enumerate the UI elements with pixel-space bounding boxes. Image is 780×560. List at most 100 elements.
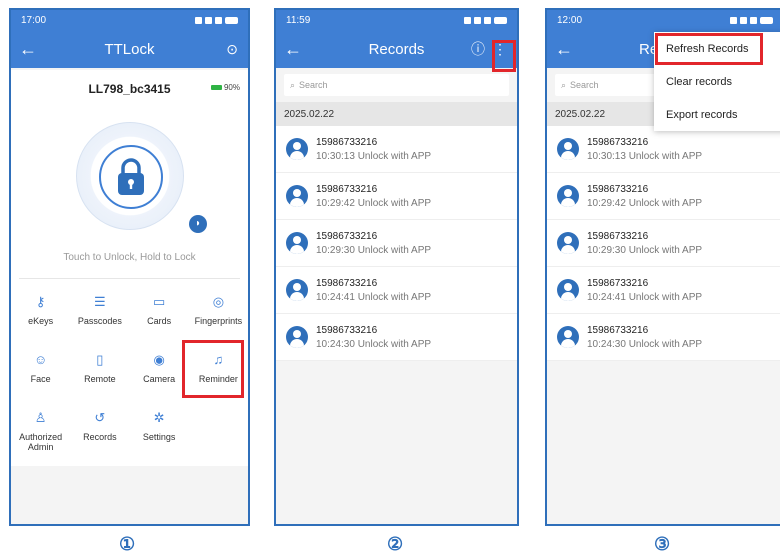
menu-item-clear-records[interactable]: Clear records	[654, 65, 780, 98]
record-item[interactable]: 15986733216 10:29:42 Unlock with APP	[276, 173, 517, 220]
record-item[interactable]: 15986733216 10:24:30 Unlock with APP	[276, 314, 517, 361]
record-item[interactable]: 15986733216 10:24:41 Unlock with APP	[276, 267, 517, 314]
back-arrow-icon[interactable]: ←	[547, 39, 581, 60]
date-header: 2025.02.22	[276, 102, 517, 126]
padlock-icon	[99, 145, 163, 209]
user-avatar-icon	[557, 232, 579, 254]
records-list: 15986733216 10:30:13 Unlock with APP 1598…	[276, 126, 517, 361]
record-text: 10:29:30 Unlock with APP	[587, 244, 703, 256]
feature-passcodes[interactable]: ☰ Passcodes	[70, 292, 129, 336]
search-icon: ⌕	[561, 79, 567, 90]
target-icon[interactable]: ⊙	[226, 41, 238, 58]
record-text: 10:29:42 Unlock with APP	[587, 197, 703, 209]
records-list: 15986733216 10:30:13 Unlock with APP 1598…	[547, 126, 780, 361]
user-avatar-icon	[557, 185, 579, 207]
step-number-2: ②	[387, 534, 404, 554]
status-bar: 11:59	[276, 10, 517, 30]
record-text: 10:29:30 Unlock with APP	[316, 244, 432, 256]
record-item[interactable]: 15986733216 10:29:42 Unlock with APP	[547, 173, 780, 220]
fingerprint-icon: ◎	[212, 294, 225, 309]
feature-cards[interactable]: ▭ Cards	[130, 292, 189, 336]
record-item[interactable]: 15986733216 10:30:13 Unlock with APP	[276, 126, 517, 173]
screen-records-menu: 12:00 ← Re ⌕ Search 2025.02.22 1598673321…	[545, 8, 780, 526]
status-time: 17:00	[21, 14, 47, 26]
lock-panel: LL798_bc3415 90% ◗ Touch to Unlock, Hold…	[11, 70, 248, 466]
record-text: 10:30:13 Unlock with APP	[587, 150, 703, 162]
record-phone: 15986733216	[316, 136, 378, 148]
remote-icon: ▯	[96, 352, 104, 367]
feature-settings[interactable]: ✲ Settings	[130, 408, 189, 452]
user-avatar-icon	[286, 279, 308, 301]
record-text: 10:30:13 Unlock with APP	[316, 150, 432, 162]
back-arrow-icon[interactable]: ←	[11, 39, 45, 60]
feature-records[interactable]: ↺ Records	[70, 408, 129, 452]
record-phone: 15986733216	[587, 277, 649, 289]
feature-label: Passcodes	[77, 316, 122, 326]
help-icon[interactable]: ⓘ	[471, 39, 485, 59]
cards-icon: ▭	[152, 294, 166, 309]
status-icons	[464, 16, 507, 24]
record-phone: 15986733216	[316, 277, 378, 289]
screen-lock-detail: 17:00 ← TTLock ⊙ LL798_bc3415 90% ◗ Touc…	[9, 8, 250, 526]
search-placeholder: Search	[299, 80, 328, 90]
feature-authorized-admin[interactable]: ♙ Authorized Admin	[11, 408, 70, 452]
menu-item-export-records[interactable]: Export records	[654, 98, 780, 131]
records-icon: ↺	[94, 410, 106, 425]
divider	[19, 278, 240, 279]
record-item[interactable]: 15986733216 10:30:13 Unlock with APP	[547, 126, 780, 173]
touch-hint: Touch to Unlock, Hold to Lock	[63, 252, 196, 263]
battery-icon	[210, 85, 222, 90]
record-phone: 15986733216	[316, 324, 378, 336]
feature-face[interactable]: ☺ Face	[11, 350, 70, 394]
feature-remote[interactable]: ▯ Remote	[70, 350, 129, 394]
record-item[interactable]: 15986733216 10:29:30 Unlock with APP	[547, 220, 780, 267]
record-phone: 15986733216	[587, 136, 649, 148]
record-phone: 15986733216	[316, 230, 378, 242]
feature-ekeys[interactable]: ⚷ eKeys	[11, 292, 70, 336]
user-avatar-icon	[286, 232, 308, 254]
screen-records: 11:59 ← Records ⓘ ⋮ ⌕ Search 2025.02.22 15…	[274, 8, 519, 526]
user-avatar-icon	[557, 326, 579, 348]
more-menu-highlight-box	[492, 40, 516, 72]
record-phone: 15986733216	[316, 183, 378, 195]
search-input[interactable]: ⌕ Search	[284, 74, 509, 96]
admin-icon: ♙	[34, 410, 47, 425]
battery-level: 90%	[223, 83, 240, 92]
record-phone: 15986733216	[587, 230, 649, 242]
feature-label: Settings	[142, 432, 176, 442]
status-icons	[730, 16, 773, 24]
search-placeholder: Search	[570, 80, 599, 90]
record-text: 10:29:42 Unlock with APP	[316, 197, 432, 209]
nfc-icon[interactable]: ◗	[189, 215, 207, 233]
status-icons	[195, 16, 238, 24]
record-text: 10:24:30 Unlock with APP	[316, 338, 432, 350]
feature-fingerprints[interactable]: ◎ Fingerprints	[189, 292, 248, 336]
unlock-button[interactable]	[76, 122, 184, 230]
status-time: 11:59	[286, 14, 311, 26]
search-icon: ⌕	[290, 79, 296, 90]
feature-camera[interactable]: ◉ Camera	[130, 350, 189, 394]
user-avatar-icon	[286, 185, 308, 207]
feature-label: Face	[30, 374, 51, 384]
feature-label: Fingerprints	[194, 316, 243, 326]
record-text: 10:24:41 Unlock with APP	[316, 291, 432, 303]
refresh-highlight-box	[655, 33, 763, 65]
feature-label: Records	[83, 432, 117, 442]
user-avatar-icon	[557, 138, 579, 160]
record-item[interactable]: 15986733216 10:29:30 Unlock with APP	[276, 220, 517, 267]
back-arrow-icon[interactable]: ←	[276, 39, 310, 60]
record-phone: 15986733216	[587, 183, 649, 195]
passcodes-icon: ☰	[94, 294, 106, 309]
status-bar: 12:00	[547, 10, 780, 30]
user-avatar-icon	[286, 326, 308, 348]
camera-icon: ◉	[153, 352, 165, 367]
feature-label: Camera	[143, 374, 176, 384]
feature-label: Remote	[84, 374, 116, 384]
record-item[interactable]: 15986733216 10:24:41 Unlock with APP	[547, 267, 780, 314]
status-time: 12:00	[557, 14, 583, 26]
record-item[interactable]: 15986733216 10:24:30 Unlock with APP	[547, 314, 780, 361]
battery-indicator: 90%	[210, 83, 240, 92]
status-bar: 17:00	[11, 10, 248, 30]
settings-icon: ✲	[153, 410, 165, 425]
record-text: 10:24:41 Unlock with APP	[587, 291, 703, 303]
